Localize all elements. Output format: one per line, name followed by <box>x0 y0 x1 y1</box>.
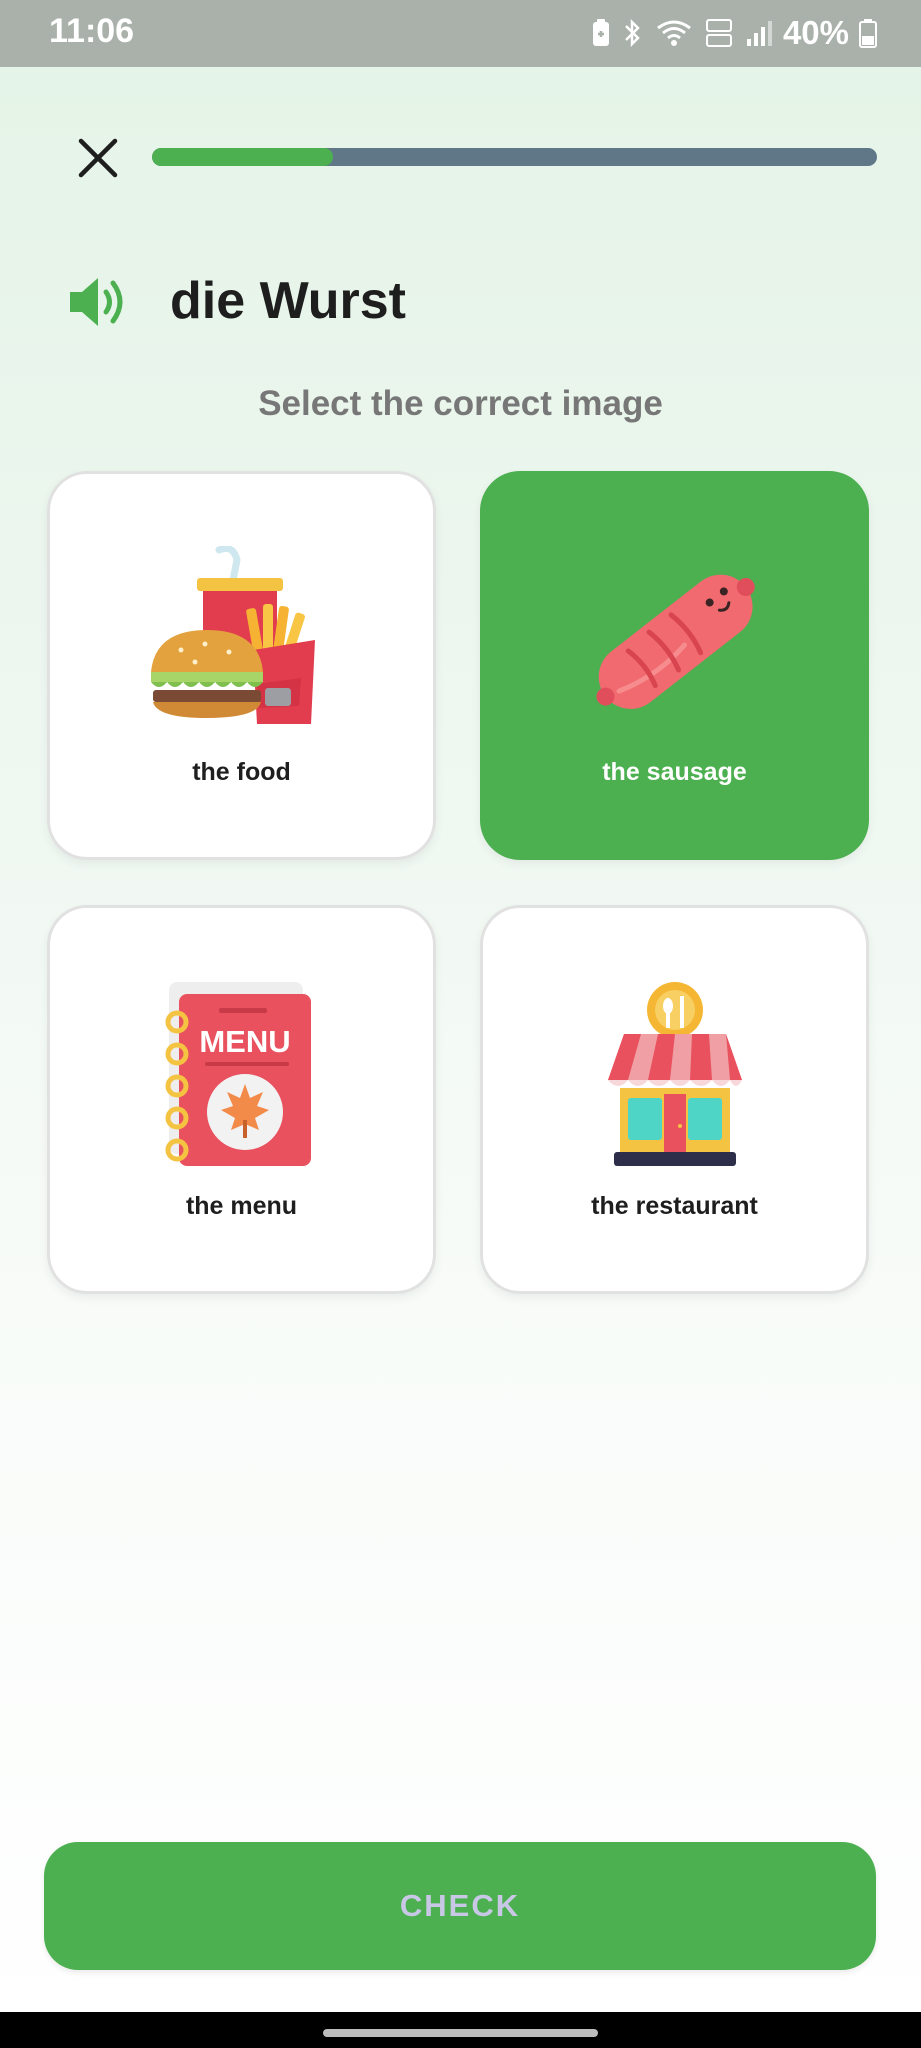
speaker-icon <box>70 278 123 326</box>
lesson-progress-fill <box>152 148 334 166</box>
battery-percentage: 40% <box>782 14 849 51</box>
option-card-restaurant[interactable]: the restaurant <box>480 905 869 1294</box>
instruction-text: Select the correct image <box>258 384 663 423</box>
target-word: die Wurst <box>170 272 406 330</box>
menu-book-icon: MENU <box>165 982 311 1166</box>
status-bar: 11:06 40% <box>0 0 921 67</box>
option-card-food[interactable]: the food <box>47 471 436 860</box>
status-icons: 40% <box>591 13 877 53</box>
sausage-icon <box>595 574 755 709</box>
option-label: the sausage <box>602 758 747 786</box>
status-time: 11:06 <box>49 12 135 50</box>
play-audio-button[interactable] <box>66 270 130 334</box>
lesson-progress-bar <box>152 148 877 166</box>
check-button[interactable]: CHECK <box>44 1842 876 1970</box>
home-gesture-handle[interactable] <box>323 2029 598 2037</box>
battery-icon <box>859 19 877 48</box>
volte-icon <box>705 19 732 47</box>
battery-saver-icon <box>592 19 609 46</box>
option-card-sausage[interactable]: the sausage <box>480 471 869 860</box>
wifi-icon <box>657 20 691 46</box>
navigation-bar <box>0 2012 921 2048</box>
signal-icon <box>746 21 772 46</box>
close-icon <box>78 138 118 178</box>
option-label: the restaurant <box>591 1192 758 1220</box>
option-label: the menu <box>185 1192 298 1220</box>
option-label: the food <box>192 758 291 786</box>
option-card-menu[interactable]: MENU the menu <box>47 905 436 1294</box>
svg-text:MENU: MENU <box>199 1024 290 1059</box>
restaurant-icon <box>607 982 742 1166</box>
close-button[interactable] <box>72 132 124 184</box>
bluetooth-icon <box>625 18 640 48</box>
burger-fries-soda-icon <box>150 546 315 724</box>
